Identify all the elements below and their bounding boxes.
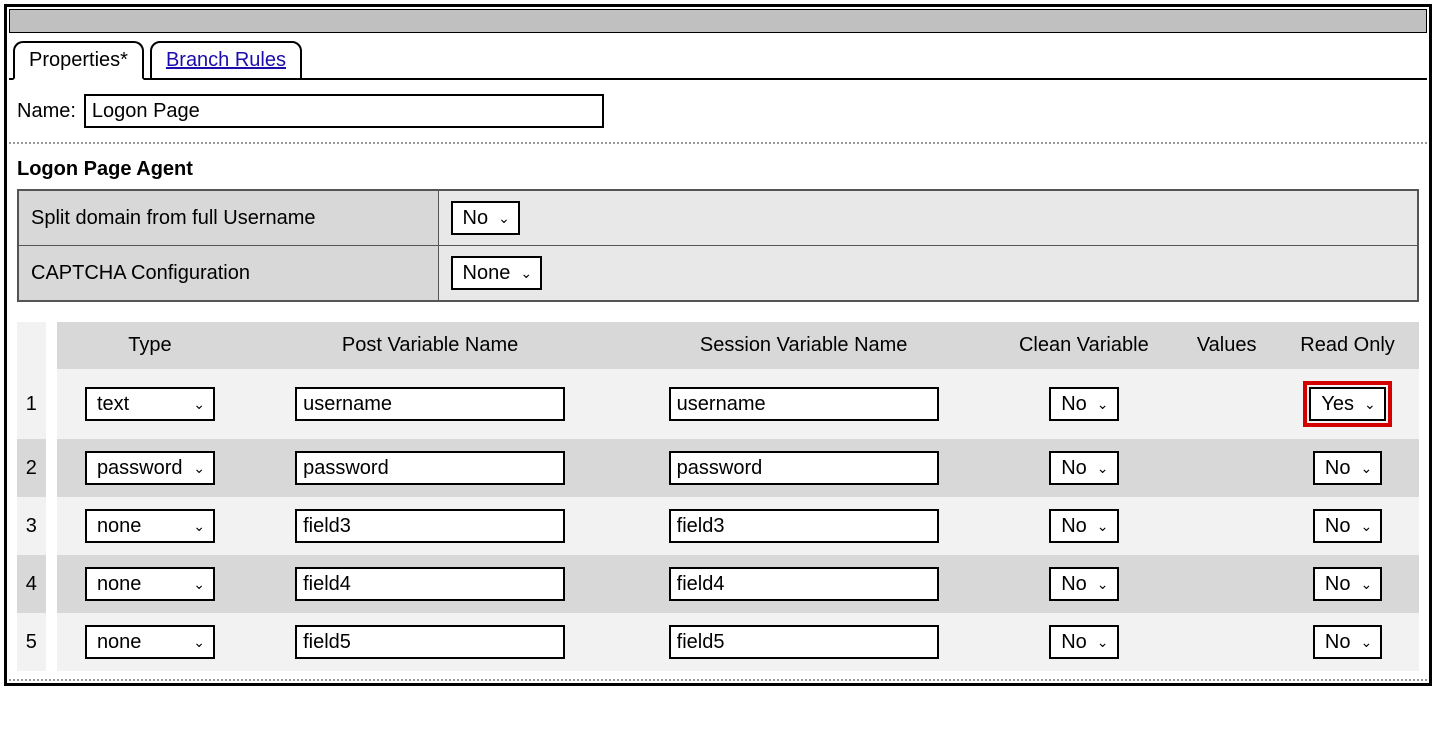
post-variable-input[interactable] xyxy=(295,451,565,485)
type-select[interactable]: password ⌄ xyxy=(85,451,215,485)
values-cell xyxy=(1177,555,1276,613)
chevron-down-icon: ⌄ xyxy=(1360,634,1372,651)
clean-value: No xyxy=(1061,573,1087,596)
row-number: 5 xyxy=(17,613,46,671)
chevron-down-icon: ⌄ xyxy=(1097,576,1109,593)
chevron-down-icon: ⌄ xyxy=(1097,460,1109,477)
session-variable-input[interactable] xyxy=(669,509,939,543)
type-value: password xyxy=(97,457,183,480)
row-number: 2 xyxy=(17,439,46,497)
clean-variable-select[interactable]: No ⌄ xyxy=(1049,387,1118,421)
tab-branch-rules-link[interactable]: Branch Rules xyxy=(166,49,286,71)
type-select[interactable]: text ⌄ xyxy=(85,387,215,421)
row-number: 3 xyxy=(17,497,46,555)
header-type: Type xyxy=(57,322,244,369)
readonly-select[interactable]: No ⌄ xyxy=(1313,625,1382,659)
table-row: 5 none ⌄ No ⌄ No ⌄ xyxy=(17,613,1419,671)
readonly-value: No xyxy=(1325,515,1351,538)
values-cell xyxy=(1177,369,1276,439)
name-label: Name: xyxy=(17,100,76,123)
chevron-down-icon: ⌄ xyxy=(1097,518,1109,535)
split-domain-label: Split domain from full Username xyxy=(18,190,438,246)
type-select[interactable]: none ⌄ xyxy=(85,509,215,543)
type-value: text xyxy=(97,393,129,416)
chevron-down-icon: ⌄ xyxy=(498,210,510,227)
chevron-down-icon: ⌄ xyxy=(1360,460,1372,477)
values-cell xyxy=(1177,439,1276,497)
header-post: Post Variable Name xyxy=(243,322,617,369)
header-session: Session Variable Name xyxy=(617,322,991,369)
readonly-value: No xyxy=(1325,573,1351,596)
chevron-down-icon: ⌄ xyxy=(1364,396,1376,413)
session-variable-input[interactable] xyxy=(669,451,939,485)
table-row: 2 password ⌄ No ⌄ No ⌄ xyxy=(17,439,1419,497)
fields-table: Type Post Variable Name Session Variable… xyxy=(17,322,1419,671)
type-value: none xyxy=(97,515,142,538)
header-blank xyxy=(17,322,46,369)
row-number: 4 xyxy=(17,555,46,613)
clean-value: No xyxy=(1061,457,1087,480)
table-row: 1 text ⌄ No ⌄ Yes ⌄ xyxy=(17,369,1419,439)
type-select[interactable]: none ⌄ xyxy=(85,625,215,659)
post-variable-input[interactable] xyxy=(295,509,565,543)
chevron-down-icon: ⌄ xyxy=(193,460,205,477)
header-clean: Clean Variable xyxy=(990,322,1177,369)
tab-properties-label: Properties* xyxy=(29,49,128,71)
readonly-select[interactable]: No ⌄ xyxy=(1313,509,1382,543)
table-row: 4 none ⌄ No ⌄ No ⌄ xyxy=(17,555,1419,613)
captcha-value: None xyxy=(463,262,511,285)
readonly-select[interactable]: No ⌄ xyxy=(1313,567,1382,601)
readonly-highlight: Yes ⌄ xyxy=(1303,381,1391,427)
clean-value: No xyxy=(1061,631,1087,654)
type-select[interactable]: none ⌄ xyxy=(85,567,215,601)
dialog-frame: Properties* Branch Rules Name: Logon Pag… xyxy=(4,4,1432,686)
clean-variable-select[interactable]: No ⌄ xyxy=(1049,567,1118,601)
chevron-down-icon: ⌄ xyxy=(193,396,205,413)
clean-value: No xyxy=(1061,515,1087,538)
chevron-down-icon: ⌄ xyxy=(193,634,205,651)
header-readonly: Read Only xyxy=(1276,322,1419,369)
chevron-down-icon: ⌄ xyxy=(1360,576,1372,593)
tab-properties[interactable]: Properties* xyxy=(13,41,144,80)
split-domain-value: No xyxy=(463,207,489,230)
header-values: Values xyxy=(1177,322,1276,369)
split-domain-select[interactable]: No ⌄ xyxy=(451,201,520,235)
name-input[interactable] xyxy=(84,94,604,128)
session-variable-input[interactable] xyxy=(669,625,939,659)
readonly-value: No xyxy=(1325,457,1351,480)
settings-table: Split domain from full Username No ⌄ CAP… xyxy=(17,189,1419,302)
captcha-select[interactable]: None ⌄ xyxy=(451,256,543,290)
session-variable-input[interactable] xyxy=(669,567,939,601)
values-cell xyxy=(1177,613,1276,671)
readonly-select[interactable]: No ⌄ xyxy=(1313,451,1382,485)
clean-value: No xyxy=(1061,393,1087,416)
clean-variable-select[interactable]: No ⌄ xyxy=(1049,451,1118,485)
chevron-down-icon: ⌄ xyxy=(1097,634,1109,651)
tab-branch-rules[interactable]: Branch Rules xyxy=(150,41,302,80)
row-number: 1 xyxy=(17,369,46,439)
chevron-down-icon: ⌄ xyxy=(1097,396,1109,413)
readonly-value: Yes xyxy=(1321,393,1354,416)
post-variable-input[interactable] xyxy=(295,567,565,601)
chevron-down-icon: ⌄ xyxy=(193,576,205,593)
section-title: Logon Page Agent xyxy=(9,154,1427,189)
readonly-select[interactable]: Yes ⌄ xyxy=(1309,387,1385,421)
type-value: none xyxy=(97,573,142,596)
session-variable-input[interactable] xyxy=(669,387,939,421)
clean-variable-select[interactable]: No ⌄ xyxy=(1049,625,1118,659)
captcha-label: CAPTCHA Configuration xyxy=(18,246,438,302)
clean-variable-select[interactable]: No ⌄ xyxy=(1049,509,1118,543)
values-cell xyxy=(1177,497,1276,555)
post-variable-input[interactable] xyxy=(295,387,565,421)
post-variable-input[interactable] xyxy=(295,625,565,659)
tabs: Properties* Branch Rules xyxy=(9,39,1427,80)
chevron-down-icon: ⌄ xyxy=(1360,518,1372,535)
chevron-down-icon: ⌄ xyxy=(193,518,205,535)
table-row: 3 none ⌄ No ⌄ No ⌄ xyxy=(17,497,1419,555)
title-bar xyxy=(9,9,1427,33)
chevron-down-icon: ⌄ xyxy=(520,265,532,282)
name-row: Name: xyxy=(9,94,1427,144)
readonly-value: No xyxy=(1325,631,1351,654)
type-value: none xyxy=(97,631,142,654)
